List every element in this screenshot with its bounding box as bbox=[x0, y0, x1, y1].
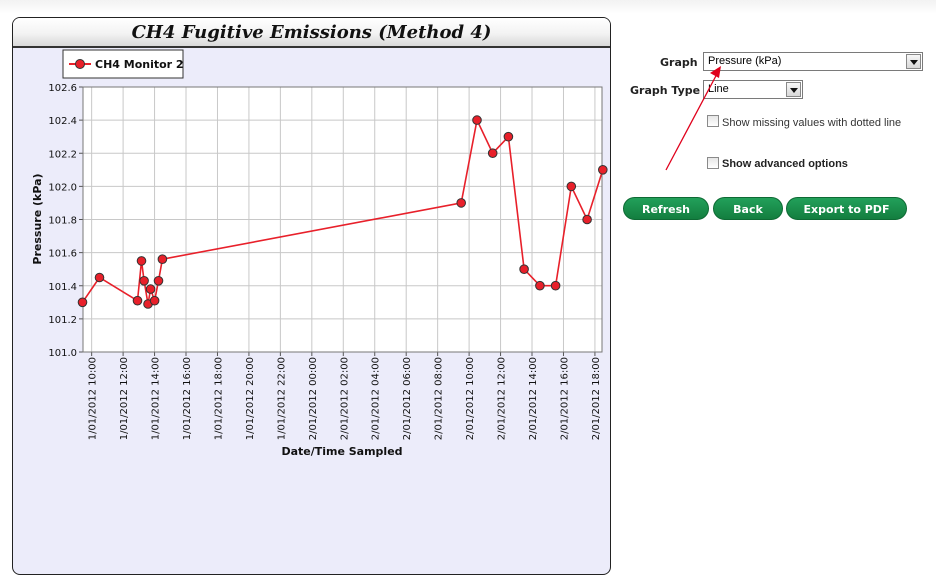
data-point bbox=[77, 297, 88, 308]
data-point bbox=[566, 181, 577, 192]
y-axis-label: Pressure (kPa) bbox=[31, 173, 44, 264]
legend: CH4 Monitor 2 bbox=[62, 49, 184, 79]
data-point bbox=[598, 165, 608, 175]
show-advanced-checkbox[interactable] bbox=[707, 156, 719, 169]
x-tick-label: 2/01/2012 14:00 bbox=[528, 357, 539, 440]
graph-type-select[interactable]: Line bbox=[703, 80, 803, 99]
x-tick-label: 2/01/2012 12:00 bbox=[497, 357, 508, 440]
graph-type-select-value: Line bbox=[708, 83, 729, 95]
x-axis-label: Date/Time Sampled bbox=[281, 445, 402, 458]
data-point bbox=[550, 280, 561, 291]
refresh-button[interactable]: Refresh bbox=[623, 197, 709, 220]
data-point bbox=[153, 276, 164, 286]
y-tick-label: 101.2 bbox=[48, 315, 77, 326]
chevron-down-icon[interactable] bbox=[786, 82, 801, 97]
data-point bbox=[472, 115, 482, 125]
data-point bbox=[487, 148, 498, 158]
legend-label: CH4 Monitor 2 bbox=[95, 58, 184, 71]
show-missing-row: Show missing values with dotted line bbox=[707, 112, 901, 129]
back-button[interactable]: Back bbox=[713, 197, 783, 220]
x-tick-label: 2/01/2012 00:00 bbox=[308, 357, 319, 440]
graph-type-label: Graph Type bbox=[630, 84, 701, 97]
data-point bbox=[145, 284, 156, 294]
show-missing-label: Show missing values with dotted line bbox=[722, 117, 902, 129]
x-tick-label: 1/01/2012 16:00 bbox=[182, 357, 193, 440]
x-tick-label: 1/01/2012 18:00 bbox=[213, 357, 224, 440]
y-tick-label: 102.6 bbox=[48, 83, 77, 94]
data-point bbox=[94, 272, 105, 283]
y-tick-label: 101.0 bbox=[48, 348, 77, 359]
data-point bbox=[456, 198, 467, 208]
data-point bbox=[503, 131, 514, 142]
show-advanced-label: Show advanced options bbox=[722, 158, 848, 170]
x-tick-label: 1/01/2012 12:00 bbox=[119, 357, 130, 440]
x-tick-label: 2/01/2012 02:00 bbox=[339, 357, 350, 440]
chevron-down-icon[interactable] bbox=[906, 54, 921, 69]
data-point bbox=[136, 256, 147, 266]
y-tick-labels: 101.0 101.2 101.4 101.6 101.8 102.0 102.2 102.4… bbox=[48, 83, 77, 359]
x-tick-label: 2/01/2012 10:00 bbox=[465, 357, 476, 440]
data-point bbox=[535, 280, 545, 291]
x-tick-label: 2/01/2012 04:00 bbox=[371, 357, 382, 440]
show-missing-checkbox[interactable] bbox=[707, 114, 719, 127]
data-point bbox=[139, 276, 149, 286]
legend-marker bbox=[75, 59, 85, 69]
y-tick-label: 101.4 bbox=[48, 282, 77, 293]
x-tick-labels: 1/01/2012 10:00 1/01/2012 12:00 1/01/2012 … bbox=[88, 357, 602, 440]
x-tick-label: 1/01/2012 10:00 bbox=[88, 357, 99, 440]
x-tick-label: 1/01/2012 20:00 bbox=[245, 357, 256, 440]
graph-select-value: Pressure (kPa) bbox=[708, 55, 782, 67]
top-strip bbox=[0, 0, 936, 14]
y-tick-label: 102.0 bbox=[48, 182, 77, 193]
chart-panel: 101.0 101.2 101.4 101.6 101.8 102.0 102.2 102.4… bbox=[12, 17, 611, 575]
y-tick-label: 102.4 bbox=[48, 116, 77, 127]
y-tick-label: 101.8 bbox=[48, 216, 77, 227]
show-advanced-row: Show advanced options bbox=[707, 155, 848, 170]
x-tick-label: 2/01/2012 08:00 bbox=[434, 357, 445, 440]
data-point bbox=[519, 264, 529, 274]
data-point bbox=[132, 295, 143, 306]
x-tick-label: 2/01/2012 18:00 bbox=[591, 357, 602, 440]
chart-svg: 101.0 101.2 101.4 101.6 101.8 102.0 102.2 102.4… bbox=[31, 49, 608, 458]
data-point bbox=[157, 254, 168, 264]
graph-select[interactable]: Pressure (kPa) bbox=[703, 52, 923, 71]
export-pdf-button[interactable]: Export to PDF bbox=[786, 197, 907, 220]
graph-label: Graph bbox=[660, 56, 698, 69]
y-tick-label: 101.6 bbox=[48, 249, 77, 260]
data-point bbox=[149, 295, 160, 306]
chart-title-bar: CH4 Fugitive Emissions (Method 4) bbox=[13, 18, 610, 48]
x-tick-label: 2/01/2012 06:00 bbox=[402, 357, 413, 440]
chart-title: CH4 Fugitive Emissions (Method 4) bbox=[131, 22, 492, 43]
data-point bbox=[582, 214, 592, 225]
y-tick-label: 102.2 bbox=[48, 149, 77, 160]
x-tick-label: 1/01/2012 14:00 bbox=[151, 357, 162, 440]
x-tick-label: 2/01/2012 16:00 bbox=[559, 357, 570, 440]
x-tick-label: 1/01/2012 22:00 bbox=[276, 357, 287, 440]
